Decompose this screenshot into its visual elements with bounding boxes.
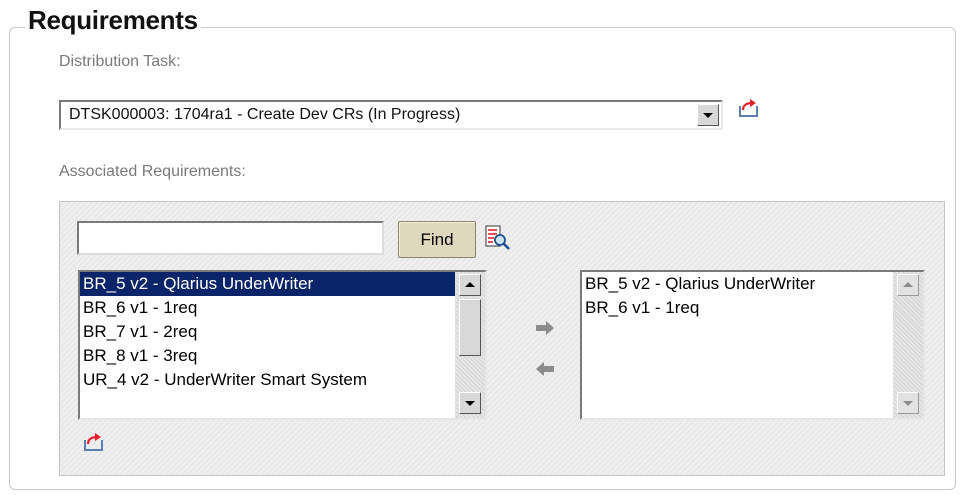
list-item[interactable]: BR_6 v1 - 1req xyxy=(80,296,485,320)
available-requirements-list[interactable]: BR_5 v2 - Qlarius UnderWriter BR_6 v1 - … xyxy=(78,270,487,420)
scroll-thumb[interactable] xyxy=(459,299,481,356)
list-item[interactable]: BR_7 v1 - 2req xyxy=(80,320,485,344)
export-arrow-icon[interactable] xyxy=(83,431,105,453)
available-list-scrollbar[interactable] xyxy=(455,272,485,418)
find-button[interactable]: Find xyxy=(398,221,476,258)
list-item[interactable]: BR_5 v2 - Qlarius UnderWriter xyxy=(582,272,923,296)
scroll-up-button[interactable] xyxy=(459,274,481,296)
requirements-panel: Find BR_5 v2 - Qlarius UnderWriter BR_6 … xyxy=(59,201,945,476)
chevron-down-icon[interactable] xyxy=(697,104,719,126)
scroll-down-button[interactable] xyxy=(897,392,919,414)
list-item[interactable]: BR_8 v1 - 3req xyxy=(80,344,485,368)
chosen-requirements-list[interactable]: BR_5 v2 - Qlarius UnderWriter BR_6 v1 - … xyxy=(580,270,925,420)
chosen-list-scrollbar[interactable] xyxy=(893,272,923,418)
export-arrow-icon[interactable] xyxy=(738,97,760,119)
arrow-left-icon[interactable] xyxy=(535,361,555,377)
distribution-task-label: Distribution Task: xyxy=(59,53,181,70)
find-input[interactable] xyxy=(77,221,384,255)
scroll-down-button[interactable] xyxy=(459,392,481,414)
section-title: Requirements xyxy=(25,4,201,36)
distribution-task-select[interactable]: DTSK000003: 1704ra1 - Create Dev CRs (In… xyxy=(59,100,723,130)
distribution-task-value: DTSK000003: 1704ra1 - Create Dev CRs (In… xyxy=(69,106,461,123)
list-item[interactable]: BR_5 v2 - Qlarius UnderWriter xyxy=(80,272,458,296)
list-item[interactable]: UR_4 v2 - UnderWriter Smart System xyxy=(80,368,485,392)
list-item[interactable]: BR_6 v1 - 1req xyxy=(582,296,923,320)
arrow-right-icon[interactable] xyxy=(535,320,555,336)
associated-requirements-label: Associated Requirements: xyxy=(59,163,246,180)
lookup-magnifier-icon[interactable] xyxy=(484,224,512,252)
scroll-up-button[interactable] xyxy=(897,274,919,296)
